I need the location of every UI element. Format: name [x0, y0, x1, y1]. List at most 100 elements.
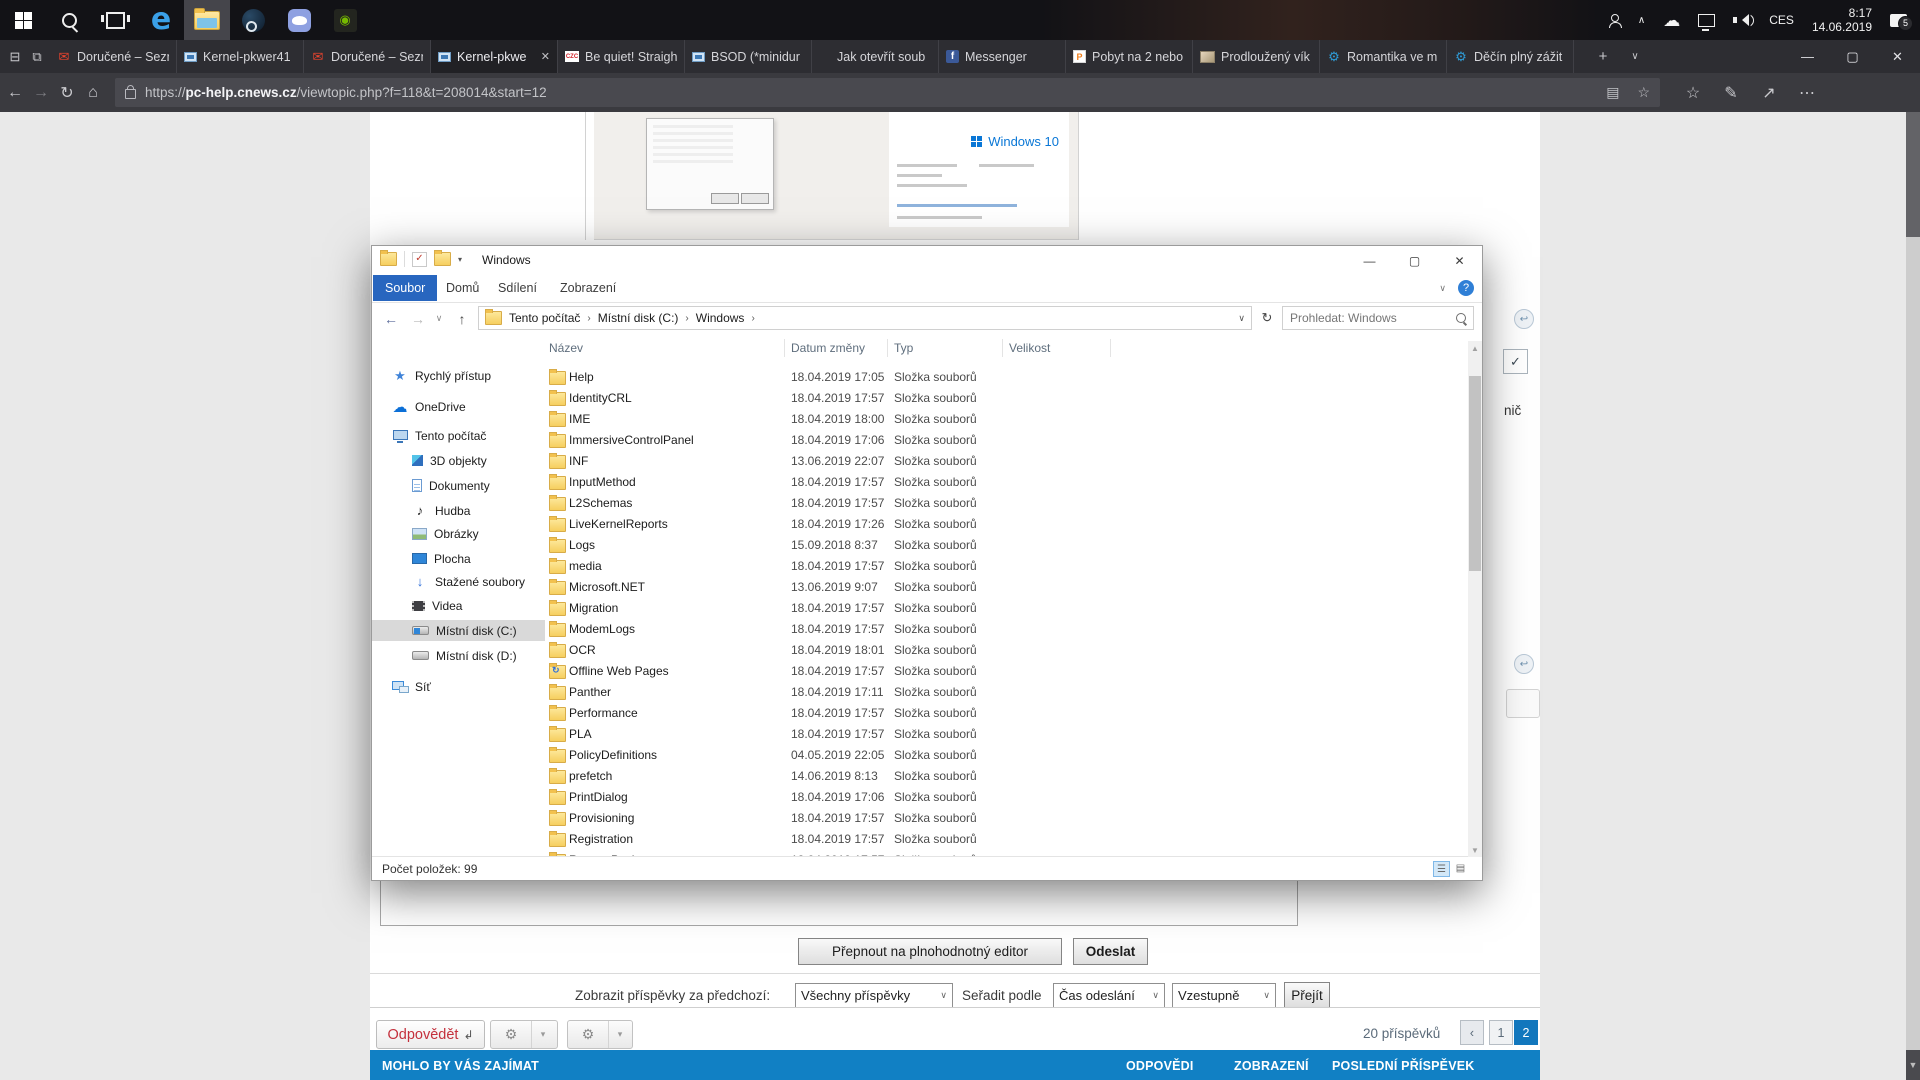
refresh-icon[interactable]: ↻ [1256, 306, 1278, 330]
volume-icon[interactable] [1724, 0, 1760, 40]
file-row[interactable]: PolicyDefinitions04.05.2019 22:05Složka … [545, 745, 1468, 766]
moderator-tools-button[interactable]: ⚙ ▾ [567, 1020, 633, 1049]
file-row[interactable]: Registration18.04.2019 17:57Složka soubo… [545, 829, 1468, 850]
file-row[interactable]: L2Schemas18.04.2019 17:57Složka souborů [545, 493, 1468, 514]
browser-tab[interactable]: Kernel-pkwer41 [177, 40, 304, 73]
quick-access-check-icon[interactable]: ✓ [412, 252, 427, 267]
file-row[interactable]: PLA18.04.2019 17:57Složka souborů [545, 724, 1468, 745]
sidebar-item-videa[interactable]: Videa [372, 595, 545, 616]
search-icon[interactable] [46, 0, 92, 40]
post-approve-button[interactable]: ✓ [1503, 349, 1528, 374]
explorer-titlebar[interactable]: ✓ ▾ Windows — ▢ ✕ [372, 246, 1482, 275]
nvidia-icon[interactable]: ◉ [322, 0, 368, 40]
maximize-button[interactable]: ▢ [1392, 246, 1437, 275]
search-input[interactable]: Prohledat: Windows [1282, 306, 1474, 330]
switch-editor-button[interactable]: Přepnout na plnohodnotný editor [798, 938, 1062, 965]
new-tab-button[interactable]: + [1588, 40, 1618, 73]
file-row[interactable]: media18.04.2019 17:57Složka souborů [545, 556, 1468, 577]
address-dropdown-icon[interactable]: ∨ [1238, 313, 1245, 324]
browser-tab[interactable]: BSOD (*minidur [685, 40, 812, 73]
file-row[interactable]: PrintDialog18.04.2019 17:06Složka soubor… [545, 787, 1468, 808]
browser-tab[interactable]: Romantika ve m [1320, 40, 1447, 73]
go-button[interactable]: Přejít [1284, 982, 1330, 1008]
chevron-down-icon[interactable]: ▾ [531, 1021, 554, 1048]
scrollbar-thumb[interactable] [1469, 376, 1481, 571]
quick-reply-editor[interactable] [380, 879, 1298, 926]
sidebar-item-plocha[interactable]: Plocha [372, 548, 545, 569]
sidebar-item-obr-zky[interactable]: Obrázky [372, 523, 545, 544]
sidebar-item-hudba[interactable]: Hudba [372, 500, 545, 521]
edge-icon[interactable]: e [138, 0, 184, 40]
browser-tab[interactable]: Pobyt na 2 nebo [1066, 40, 1193, 73]
scroll-up-arrow[interactable]: ▲ [1468, 341, 1482, 355]
pagination-prev[interactable]: ‹ [1460, 1020, 1484, 1045]
browser-tab[interactable]: Děčín plný zážit [1447, 40, 1574, 73]
browser-tab[interactable]: Jak otevřít soub [812, 40, 939, 73]
customize-toolbar-icon[interactable]: ▾ [458, 255, 462, 264]
discord-icon[interactable] [276, 0, 322, 40]
details-view-button[interactable]: ☰ [1433, 861, 1450, 877]
minimize-button[interactable]: — [1347, 246, 1392, 275]
file-row[interactable]: LiveKernelReports18.04.2019 17:26Složka … [545, 514, 1468, 535]
hub-favorites-icon[interactable]: ☆ [1678, 73, 1708, 112]
browser-tab[interactable]: Doručené – Sezn [50, 40, 177, 73]
file-row[interactable]: ModemLogs18.04.2019 17:57Složka souborů [545, 619, 1468, 640]
file-row[interactable]: Microsoft.NET13.06.2019 9:07Složka soubo… [545, 577, 1468, 598]
file-explorer-icon[interactable] [184, 0, 230, 40]
reading-view-icon[interactable]: ▤ [1606, 84, 1619, 101]
help-icon[interactable]: ? [1458, 280, 1474, 296]
file-row[interactable]: InputMethod18.04.2019 17:57Složka soubor… [545, 472, 1468, 493]
browser-tab[interactable]: Doručené – Sezn [304, 40, 431, 73]
sidebar-item-dokumenty[interactable]: Dokumenty [372, 475, 545, 496]
breadcrumb-item[interactable]: Tento počítač [509, 311, 580, 325]
language-indicator[interactable]: CES [1760, 0, 1803, 40]
sort-order-select[interactable]: Vzestupně∨ [1172, 983, 1276, 1008]
tab-close-icon[interactable]: ✕ [541, 50, 550, 63]
action-center-icon[interactable]: 5 [1881, 0, 1916, 40]
column-header-size[interactable]: Velikost [1009, 341, 1050, 355]
post-link-button[interactable]: ↩ [1514, 654, 1534, 674]
browser-forward-icon[interactable]: → [28, 73, 54, 112]
file-row[interactable]: OCR18.04.2019 18:01Složka souborů [545, 640, 1468, 661]
web-note-icon[interactable]: ✎ [1716, 73, 1746, 112]
column-header-type[interactable]: Typ [894, 341, 913, 355]
task-view-icon[interactable] [92, 0, 138, 40]
close-button[interactable]: ✕ [1437, 246, 1482, 275]
browser-home-icon[interactable]: ⌂ [80, 73, 106, 112]
network-icon[interactable] [1689, 0, 1724, 40]
browser-refresh-icon[interactable]: ↻ [54, 73, 80, 112]
scrollbar-thumb[interactable] [1906, 112, 1920, 237]
tab-domu[interactable]: Domů [434, 275, 491, 301]
back-button[interactable]: ← [378, 302, 404, 335]
post-screenshot-image[interactable]: Windows 10 [594, 112, 1078, 240]
sidebar-item-sta-en-soubory[interactable]: Stažené soubory [372, 571, 545, 592]
file-row[interactable]: Provisioning18.04.2019 17:57Složka soubo… [545, 808, 1468, 829]
browser-minimize-button[interactable]: — [1785, 40, 1830, 73]
add-favorite-star-icon[interactable]: ☆ [1637, 84, 1650, 101]
sidebar-item-m-stn-disk-d-[interactable]: Místní disk (D:) [372, 645, 545, 666]
file-row[interactable]: Migration18.04.2019 17:57Složka souborů [545, 598, 1468, 619]
new-folder-icon[interactable] [434, 252, 451, 266]
tab-zobrazeni[interactable]: Zobrazení [548, 275, 628, 301]
file-row[interactable]: IME18.04.2019 18:00Složka souborů [545, 409, 1468, 430]
browser-tab[interactable]: fMessenger [939, 40, 1066, 73]
chevron-down-icon[interactable]: ▾ [608, 1021, 631, 1048]
post-link-button[interactable]: ↩ [1514, 309, 1534, 329]
file-row[interactable]: IdentityCRL18.04.2019 17:57Složka soubor… [545, 388, 1468, 409]
file-row[interactable]: Help18.04.2019 17:05Složka souborů [545, 367, 1468, 388]
more-options-icon[interactable]: ⋯ [1792, 73, 1822, 112]
column-header-name[interactable]: Název [549, 341, 583, 355]
tab-list-chevron-icon[interactable]: ∨ [1622, 40, 1648, 73]
scroll-down-arrow[interactable]: ▼ [1468, 843, 1482, 857]
file-row[interactable]: Offline Web Pages18.04.2019 17:57Složka … [545, 661, 1468, 682]
breadcrumb-item[interactable]: Místní disk (C:) [598, 311, 679, 325]
breadcrumb-item[interactable]: Windows [696, 311, 745, 325]
browser-back-icon[interactable]: ← [2, 73, 28, 112]
file-row[interactable]: Logs15.09.2018 8:37Složka souborů [545, 535, 1468, 556]
sort-field-select[interactable]: Čas odeslání∨ [1053, 983, 1165, 1008]
file-row[interactable]: INF13.06.2019 22:07Složka souborů [545, 451, 1468, 472]
forward-button[interactable]: → [406, 302, 430, 335]
file-row[interactable]: ImmersiveControlPanel18.04.2019 17:06Slo… [545, 430, 1468, 451]
browser-close-button[interactable]: ✕ [1875, 40, 1920, 73]
sidebar-item-m-stn-disk-c-[interactable]: Místní disk (C:) [372, 620, 545, 641]
